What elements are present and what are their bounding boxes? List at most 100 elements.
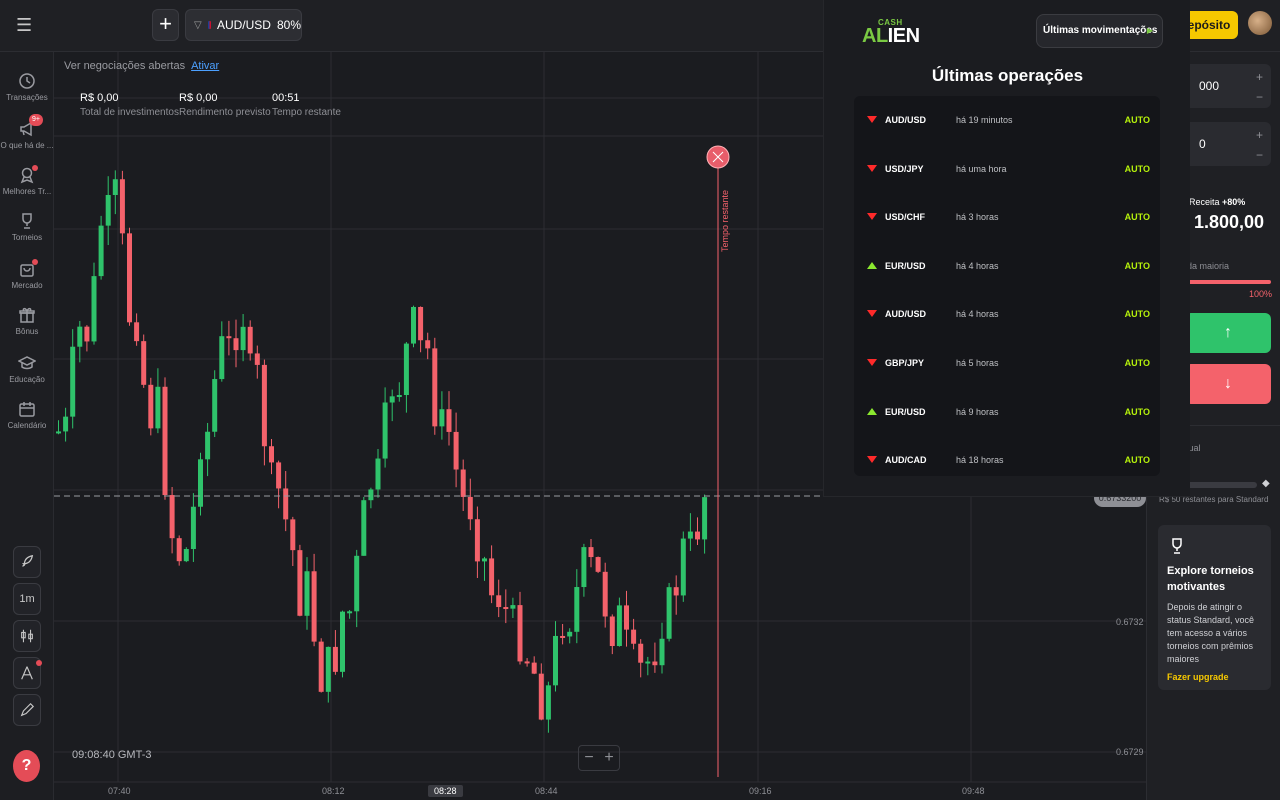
- avatar[interactable]: [1248, 11, 1272, 35]
- decrease-time-button[interactable]: −: [1256, 148, 1263, 162]
- time-axis-label: 08:44: [535, 786, 558, 796]
- compass-icon: [21, 666, 33, 680]
- candle-body: [702, 497, 708, 540]
- sidebar-item-transactions[interactable]: Transações: [0, 72, 54, 102]
- popup-title: Últimas operações: [931, 66, 1084, 85]
- sidebar-item-calendar[interactable]: Calendário: [0, 400, 54, 430]
- bag-icon: [18, 259, 38, 278]
- candle-body: [496, 595, 502, 608]
- candle-body: [531, 662, 537, 674]
- candle-body: [162, 386, 168, 496]
- candle-body: [666, 587, 672, 639]
- triangle-up-icon: [867, 407, 877, 415]
- candle-body: [560, 635, 566, 638]
- operation-mode: AUTO: [1124, 115, 1150, 125]
- candle-body: [695, 531, 700, 540]
- candle-body: [183, 549, 189, 562]
- candle-body: [332, 646, 338, 672]
- operation-mode: AUTO: [1124, 163, 1150, 174]
- operation-pair: EUR/USD: [885, 406, 926, 417]
- candle-body: [283, 488, 289, 520]
- candle-body: [290, 519, 296, 551]
- activate-link[interactable]: Ativar: [191, 60, 219, 72]
- buy-up-button[interactable]: ↑: [1185, 313, 1271, 353]
- candle-body: [616, 605, 622, 647]
- increase-amount-button[interactable]: +: [1256, 70, 1263, 84]
- pencil-icon: [20, 702, 35, 717]
- candle-body: [226, 336, 232, 339]
- chart-type-button[interactable]: [13, 620, 41, 652]
- hamburger-menu-icon[interactable]: ☰: [16, 15, 36, 35]
- calendar-icon: [18, 400, 36, 418]
- candle-body: [205, 431, 211, 460]
- operation-pair: AUD/USD: [885, 309, 927, 320]
- award-icon: [18, 165, 38, 184]
- stat-time-remaining: 00:51 Tempo restante: [272, 92, 341, 118]
- candle-body: [354, 555, 360, 612]
- candle-body: [105, 195, 111, 226]
- zoom-out-button[interactable]: −: [579, 746, 599, 770]
- candle-body: [361, 500, 367, 556]
- candle-body: [503, 607, 509, 610]
- stat-value: 00:51: [272, 92, 300, 104]
- candle-body: [545, 685, 551, 720]
- sidebar-item-top-traders[interactable]: Melhores Tr...: [0, 165, 54, 196]
- decrease-amount-button[interactable]: −: [1256, 90, 1263, 104]
- arrow-down-icon: ↓: [1224, 375, 1232, 392]
- timer-vertical-label: Tempo restante: [720, 189, 730, 252]
- triangle-down-icon: [867, 456, 877, 464]
- gift-icon: [18, 306, 36, 324]
- increase-time-button[interactable]: +: [1256, 128, 1263, 142]
- candle-body: [112, 179, 118, 196]
- time-axis-label: 07:40: [108, 786, 131, 796]
- sell-down-button[interactable]: ↓: [1185, 364, 1271, 404]
- recent-movements-button[interactable]: Últimas movimentações ▶: [1036, 14, 1163, 48]
- notification-badge: 9+: [29, 114, 43, 126]
- help-button[interactable]: ?: [13, 750, 40, 782]
- time-axis-label: 09:16: [749, 786, 772, 796]
- pencil-tool-button[interactable]: [13, 694, 41, 726]
- timeframe-button[interactable]: 1m: [13, 583, 41, 615]
- operation-row: USD/CHF há 3 horas AUTO: [854, 193, 1160, 241]
- sidebar-item-label: O que há de ...: [0, 141, 54, 150]
- candle-body: [474, 519, 480, 562]
- candle-body: [517, 605, 523, 662]
- amount-value: 000: [1199, 79, 1220, 93]
- operation-mode: AUTO: [1124, 455, 1150, 466]
- sidebar-item-label: Melhores Tr...: [2, 187, 52, 196]
- candle-body: [325, 646, 331, 692]
- candle-body: [318, 641, 324, 692]
- candle-body: [233, 338, 239, 351]
- upgrade-link[interactable]: Fazer upgrade: [1167, 672, 1262, 682]
- zoom-in-button[interactable]: +: [599, 746, 619, 770]
- operation-mode: AUTO: [1124, 358, 1150, 368]
- candle-body: [432, 348, 438, 427]
- sidebar-item-bonus[interactable]: Bônus: [0, 306, 54, 336]
- arrow-up-icon: ↑: [1224, 324, 1232, 341]
- candle-body: [91, 276, 97, 342]
- candle-body: [254, 353, 260, 365]
- revenue-value: 1.800,00: [1194, 212, 1265, 232]
- sidebar-item-news[interactable]: 9+ O que há de ...: [0, 114, 54, 150]
- candle-body: [489, 558, 495, 596]
- sidebar-item-tournaments[interactable]: Torneios: [0, 212, 54, 242]
- add-asset-button[interactable]: +: [152, 9, 179, 41]
- candle-body: [169, 495, 175, 539]
- rocket-tool-button[interactable]: [13, 546, 41, 578]
- candle-body: [595, 557, 601, 572]
- drawing-tools-button[interactable]: [13, 657, 42, 689]
- candle-body: [446, 409, 452, 432]
- candle-body: [439, 409, 445, 427]
- candle-body: [63, 416, 69, 432]
- sidebar-item-education[interactable]: Educação: [0, 354, 54, 384]
- candle-body: [198, 459, 203, 507]
- tournament-card[interactable]: Explore torneios motivantes Depois de at…: [1158, 525, 1271, 690]
- majority-pct: 100%: [1249, 289, 1273, 299]
- sidebar-item-market[interactable]: Mercado: [0, 259, 54, 290]
- candle-body: [418, 306, 424, 341]
- candle-body: [574, 587, 580, 632]
- stat-total-investments: R$ 0,00 Total de investimentos: [80, 92, 179, 118]
- operation-time: há 19 minutos: [956, 115, 1013, 125]
- asset-tab[interactable]: ▽ AUD/USD 80%: [185, 9, 302, 41]
- candle-body: [396, 395, 402, 398]
